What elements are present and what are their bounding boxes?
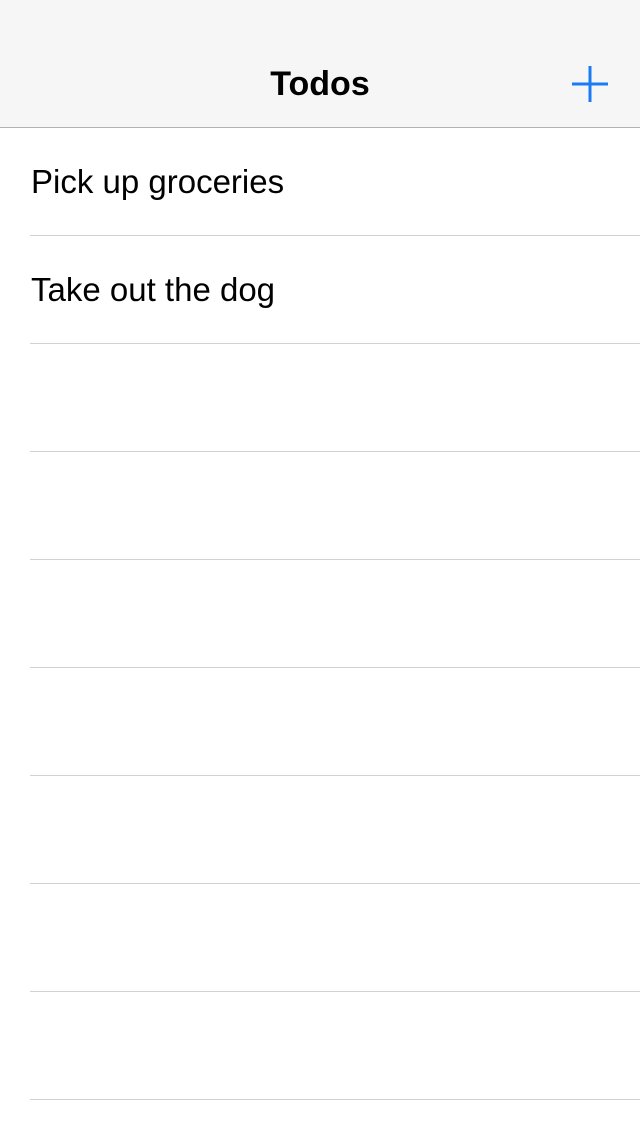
empty-list-item bbox=[0, 452, 640, 560]
plus-icon bbox=[572, 66, 608, 102]
todo-list: Pick up groceries Take out the dog bbox=[0, 128, 640, 1100]
todo-label: Take out the dog bbox=[31, 271, 276, 308]
page-title: Todos bbox=[270, 65, 370, 103]
add-todo-button[interactable] bbox=[566, 60, 614, 108]
empty-list-item bbox=[0, 560, 640, 668]
empty-list-item bbox=[0, 344, 640, 452]
list-item[interactable]: Pick up groceries bbox=[0, 128, 640, 236]
navigation-bar: Todos bbox=[0, 0, 640, 128]
empty-list-item bbox=[0, 776, 640, 884]
empty-list-item bbox=[0, 668, 640, 776]
todos-screen: Todos Pick up groceries Take out the dog bbox=[0, 0, 640, 1136]
list-item[interactable]: Take out the dog bbox=[0, 236, 640, 344]
empty-list-item bbox=[0, 992, 640, 1100]
empty-list-item bbox=[0, 884, 640, 992]
todo-label: Pick up groceries bbox=[31, 163, 285, 200]
